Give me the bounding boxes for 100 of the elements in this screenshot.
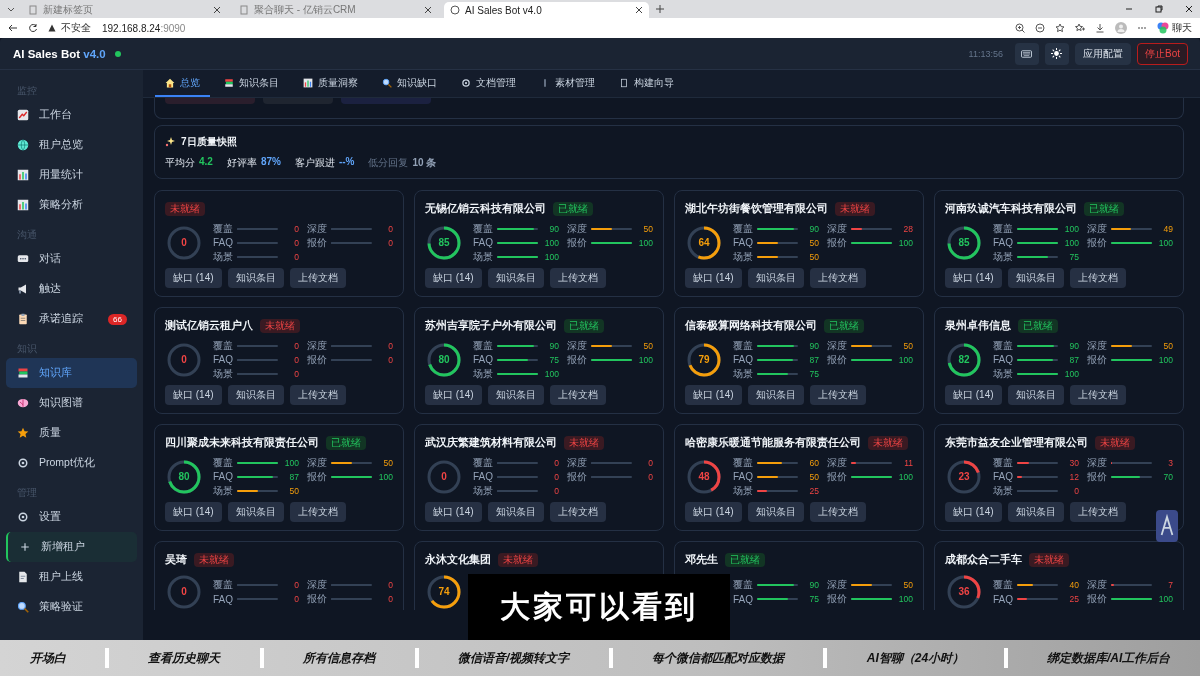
sidebar-item[interactable]: Prompt优化 xyxy=(6,448,137,478)
tab[interactable]: 知识条目 xyxy=(214,70,289,97)
browser-tab[interactable]: 聚合聊天 - 亿销云CRM xyxy=(233,2,438,18)
metric-label: FAQ xyxy=(213,237,234,248)
card-button[interactable]: 缺口 (14) xyxy=(165,502,222,522)
card-button[interactable]: 缺口 (14) xyxy=(165,268,222,288)
assistant-icon[interactable] xyxy=(1156,510,1178,542)
card-title: 7日质量快照 xyxy=(181,135,237,149)
close-icon[interactable] xyxy=(424,6,432,14)
browser-tab[interactable]: 新建标签页 xyxy=(22,2,227,18)
close-icon[interactable] xyxy=(213,6,221,14)
tab[interactable]: 文档管理 xyxy=(451,70,526,97)
card-button[interactable]: 上传文档 xyxy=(289,385,346,405)
card-button[interactable]: 缺口 (14) xyxy=(165,385,222,405)
card-button[interactable]: 上传文档 xyxy=(289,268,346,288)
card-button[interactable]: 缺口 (14) xyxy=(425,385,482,405)
metric-label: FAQ xyxy=(733,237,754,248)
keyboard-button[interactable] xyxy=(1015,42,1039,65)
feature-label: 每个微信都匹配对应数据 xyxy=(652,649,785,667)
card-button[interactable]: 上传文档 xyxy=(289,502,346,522)
sidebar-item[interactable]: 知识库 xyxy=(6,358,137,388)
sidebar-item[interactable]: 策略验证 xyxy=(6,592,137,622)
config-button[interactable]: 应用配置 xyxy=(1075,42,1131,65)
sidebar-item[interactable]: 工作台 xyxy=(6,100,137,130)
close-icon[interactable] xyxy=(635,6,643,14)
card-button[interactable]: 知识条目 xyxy=(1007,268,1064,288)
sidebar-item[interactable]: 知识图谱 xyxy=(6,388,137,418)
card-button[interactable]: 缺口 (14) xyxy=(685,385,742,405)
card-button[interactable]: 知识条目 xyxy=(1007,502,1064,522)
metric-bar xyxy=(237,255,278,258)
metric-bar xyxy=(1111,475,1152,478)
metric-label: FAQ xyxy=(993,593,1014,605)
card-button[interactable]: 上传文档 xyxy=(549,268,606,288)
card-button[interactable]: 知识条目 xyxy=(747,502,804,522)
card-button[interactable]: 上传文档 xyxy=(1069,268,1126,288)
sidebar-item[interactable]: 承诺追踪 66 xyxy=(6,304,137,334)
metric-label: 场景 xyxy=(213,366,234,381)
metric-bar xyxy=(237,489,278,492)
download-icon[interactable] xyxy=(1095,23,1105,33)
card-button[interactable]: 缺口 (14) xyxy=(945,268,1002,288)
metric-label: 场景 xyxy=(733,249,754,264)
zoom-icon[interactable] xyxy=(1015,23,1025,33)
sidebar-item[interactable]: 租户上线 xyxy=(6,562,137,592)
sidebar-item[interactable]: 用量统计 xyxy=(6,160,137,190)
search-icon xyxy=(17,601,29,613)
sidebar-item[interactable]: 质量 xyxy=(6,418,137,448)
card-button[interactable]: 知识条目 xyxy=(487,385,544,405)
theme-button[interactable] xyxy=(1045,42,1069,65)
card-button[interactable]: 知识条目 xyxy=(1007,385,1064,405)
document-icon xyxy=(17,571,29,583)
reload-icon[interactable] xyxy=(28,23,38,33)
sidebar-item[interactable]: 租户总览 xyxy=(6,130,137,160)
close-icon[interactable] xyxy=(1184,4,1194,14)
card-button[interactable]: 知识条目 xyxy=(227,502,284,522)
browser-tab[interactable]: AI Sales Bot v4.0 xyxy=(444,2,649,18)
score-ring xyxy=(945,573,983,610)
tab[interactable]: 素材管理 xyxy=(530,70,605,97)
sidebar-item[interactable]: 策略分析 xyxy=(6,190,137,220)
card-button[interactable]: 知识条目 xyxy=(747,385,804,405)
card-button[interactable]: 缺口 (14) xyxy=(685,268,742,288)
card-button[interactable]: 缺口 (14) xyxy=(945,502,1002,522)
card-button[interactable]: 知识条目 xyxy=(227,268,284,288)
score-ring xyxy=(165,573,203,610)
back-icon[interactable] xyxy=(8,23,18,33)
tab[interactable]: 知识缺口 xyxy=(372,70,447,97)
assistant-button[interactable]: 聊天 xyxy=(1157,21,1192,35)
card-button[interactable]: 知识条目 xyxy=(487,268,544,288)
score-value: 0 xyxy=(181,353,187,366)
stop-button[interactable]: 停止Bot xyxy=(1137,42,1188,65)
new-tab-icon[interactable] xyxy=(655,4,665,14)
score-ring xyxy=(425,573,463,610)
tab[interactable]: 质量洞察 xyxy=(293,70,368,97)
card-button[interactable]: 知识条目 xyxy=(747,268,804,288)
favorites-icon[interactable] xyxy=(1075,23,1085,33)
card-button[interactable]: 缺口 (14) xyxy=(945,385,1002,405)
status-tag: 未就绪 xyxy=(868,436,908,450)
card-button[interactable]: 上传文档 xyxy=(809,385,866,405)
restore-icon[interactable] xyxy=(1154,4,1164,14)
feature-label: 绑定数据库/AI工作后台 xyxy=(1046,649,1171,667)
sidebar-item[interactable]: 触达 xyxy=(6,274,137,304)
metric-value: 50 xyxy=(288,485,299,496)
add-tenant-button[interactable]: 新增租户 xyxy=(6,532,137,562)
card-button[interactable]: 上传文档 xyxy=(549,385,606,405)
card-button[interactable]: 上传文档 xyxy=(1069,385,1126,405)
metric-bar xyxy=(497,372,538,375)
card-button[interactable]: 上传文档 xyxy=(549,502,606,522)
sidebar-item[interactable]: 设置 xyxy=(6,502,137,532)
card-button[interactable]: 知识条目 xyxy=(487,502,544,522)
card-button[interactable]: 缺口 (14) xyxy=(425,268,482,288)
star-icon[interactable] xyxy=(1055,23,1065,33)
tab[interactable]: 构建向导 xyxy=(609,70,684,97)
sidebar-item[interactable]: 对话 xyxy=(6,244,137,274)
card-button[interactable]: 上传文档 xyxy=(809,268,866,288)
card-button[interactable]: 知识条目 xyxy=(227,385,284,405)
card-button[interactable]: 上传文档 xyxy=(1069,502,1126,522)
address-field[interactable]: 不安全 192.168.8.24:9090 xyxy=(48,20,1005,36)
card-button[interactable]: 缺口 (14) xyxy=(685,502,742,522)
block-icon[interactable] xyxy=(1035,23,1045,33)
card-button[interactable]: 上传文档 xyxy=(809,502,866,522)
card-button[interactable]: 缺口 (14) xyxy=(425,502,482,522)
